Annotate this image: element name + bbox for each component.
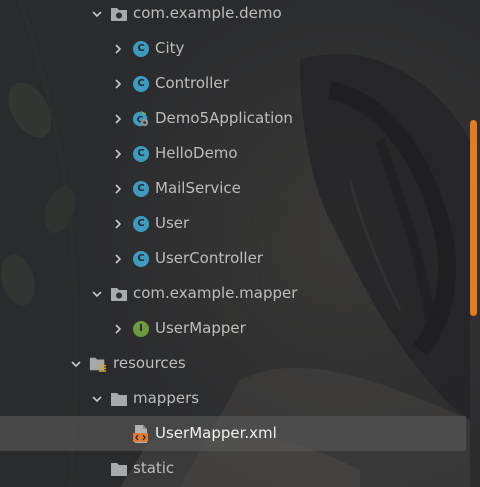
tree-item-label: com.example.demo — [133, 4, 282, 22]
class-icon: C — [132, 215, 150, 233]
folder-icon — [110, 390, 128, 408]
tree-item-mappers[interactable]: mappers — [0, 381, 466, 416]
chevron-right-icon[interactable] — [111, 77, 125, 91]
class-icon: C — [132, 40, 150, 58]
tree-item-city[interactable]: C City — [0, 31, 466, 66]
tree-item-controller[interactable]: C Controller — [0, 66, 466, 101]
vertical-scrollbar[interactable] — [470, 120, 477, 316]
tree-item-static[interactable]: static — [0, 451, 466, 486]
tree-item-usercontroller[interactable]: C UserController — [0, 241, 466, 276]
class-icon: C — [132, 250, 150, 268]
tree-item-com-example-mapper[interactable]: com.example.mapper — [0, 276, 466, 311]
chevron-down-icon[interactable] — [90, 287, 104, 301]
tree-item-label: resources — [113, 354, 186, 372]
tree-item-resources[interactable]: resources — [0, 346, 466, 381]
tree-item-label: City — [155, 39, 185, 57]
tree-item-label: UserController — [155, 249, 263, 267]
spring-boot-class-icon: C — [132, 110, 150, 128]
tree-item-com-example-demo[interactable]: com.example.demo — [0, 0, 466, 31]
chevron-down-icon[interactable] — [90, 7, 104, 21]
class-icon: C — [132, 75, 150, 93]
tree-item-label: HelloDemo — [155, 144, 238, 162]
tree-item-label: User — [155, 214, 190, 232]
tree-item-user[interactable]: C User — [0, 206, 466, 241]
tree-item-demo5application[interactable]: C Demo5Application — [0, 101, 466, 136]
tree-item-usermapper-xml[interactable]: UserMapper.xml — [0, 416, 466, 451]
tree-item-label: mappers — [133, 389, 200, 407]
package-folder-icon — [110, 285, 128, 303]
interface-icon: I — [132, 320, 150, 338]
tree-item-label: UserMapper.xml — [155, 424, 277, 442]
chevron-right-icon[interactable] — [111, 182, 125, 196]
folder-icon — [110, 460, 128, 478]
chevron-right-icon[interactable] — [111, 147, 125, 161]
tree-item-label: static — [133, 459, 175, 477]
chevron-right-icon[interactable] — [111, 112, 125, 126]
tree-item-label: UserMapper — [155, 319, 246, 337]
tree-item-usermapper[interactable]: I UserMapper — [0, 311, 466, 346]
chevron-down-icon[interactable] — [90, 392, 104, 406]
class-icon: C — [132, 180, 150, 198]
chevron-right-icon[interactable] — [111, 217, 125, 231]
tree-item-label: MailService — [155, 179, 241, 197]
tree-item-label: Demo5Application — [155, 109, 293, 127]
tree-item-mailservice[interactable]: C MailService — [0, 171, 466, 206]
chevron-down-icon[interactable] — [69, 357, 83, 371]
chevron-right-icon[interactable] — [111, 42, 125, 56]
xml-file-icon — [132, 424, 150, 443]
chevron-right-icon[interactable] — [111, 322, 125, 336]
tree-item-label: com.example.mapper — [133, 284, 298, 302]
tree-item-hellodemo[interactable]: C HelloDemo — [0, 136, 466, 171]
resources-folder-icon — [89, 355, 107, 373]
class-icon: C — [132, 145, 150, 163]
package-folder-icon — [110, 5, 128, 23]
tree-item-label: Controller — [155, 74, 229, 92]
chevron-right-icon[interactable] — [111, 252, 125, 266]
